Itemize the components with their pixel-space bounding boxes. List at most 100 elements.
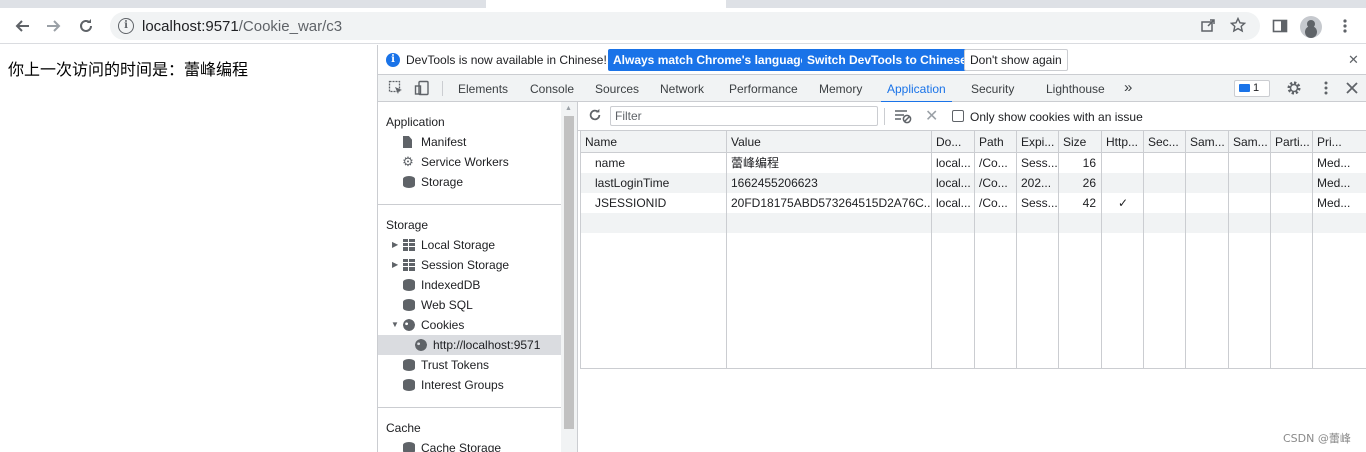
database-icon (403, 299, 415, 311)
sidebar-item-session-storage[interactable]: ▶ Session Storage (378, 255, 561, 275)
sidebar-item-cookies[interactable]: ▼ Cookies (378, 315, 561, 335)
kebab-menu-icon[interactable] (1331, 12, 1359, 40)
sidebar-item-service-workers[interactable]: ⚙ Service Workers (378, 152, 561, 172)
table-cell: 202... (1021, 176, 1052, 190)
tab-security[interactable]: Security (971, 75, 1014, 102)
devtools-menu-icon[interactable] (1318, 80, 1334, 96)
devtools-panel: i DevTools is now available in Chinese! … (377, 45, 1366, 452)
tab-elements[interactable]: Elements (458, 75, 508, 102)
column-divider[interactable] (1228, 131, 1229, 368)
inspect-element-icon[interactable] (388, 80, 404, 96)
settings-gear-icon[interactable] (1286, 80, 1302, 96)
column-header[interactable]: Sam... (1229, 131, 1271, 153)
sidebar-item-cache-storage[interactable]: Cache Storage (378, 438, 561, 452)
sidebar-item-storage[interactable]: Storage (378, 172, 561, 192)
reload-icon[interactable] (72, 12, 100, 40)
tab-sources[interactable]: Sources (595, 75, 639, 102)
dont-show-again-button[interactable]: Don't show again (964, 49, 1068, 71)
close-devtools-icon[interactable] (1344, 80, 1360, 96)
share-icon[interactable] (1200, 17, 1216, 38)
expand-arrow-icon[interactable]: ▶ (392, 255, 398, 275)
table-cell: 20FD18175ABD573264515D2A76C... (731, 196, 932, 210)
sidebar-item-indexeddb[interactable]: IndexedDB (378, 275, 561, 295)
scroll-up-arrow-icon[interactable]: ▲ (565, 105, 572, 112)
sidebar-divider (378, 407, 561, 408)
column-divider[interactable] (1016, 131, 1017, 368)
sidebar-item-cookie-origin[interactable]: http://localhost:9571 (378, 335, 561, 355)
column-divider[interactable] (1143, 131, 1144, 368)
sidebar-item-trust-tokens[interactable]: Trust Tokens (378, 355, 561, 375)
cookie-filter-input[interactable] (610, 106, 878, 126)
column-divider[interactable] (1312, 131, 1313, 368)
tab-console[interactable]: Console (530, 75, 574, 102)
table-cell (1186, 153, 1229, 173)
close-icon[interactable]: ✕ (1348, 52, 1359, 68)
forward-arrow-icon[interactable] (40, 12, 68, 40)
table-cell: 1662455206623 (731, 176, 818, 190)
sidebar-item-local-storage[interactable]: ▶ Local Storage (378, 235, 561, 255)
more-tabs-button[interactable]: » (1124, 75, 1132, 102)
document-icon (403, 136, 412, 148)
column-divider[interactable] (1270, 131, 1271, 368)
table-cell (1144, 153, 1186, 173)
match-language-button[interactable]: Always match Chrome's language (608, 49, 813, 71)
tab-strip (0, 0, 1366, 8)
column-divider[interactable] (1058, 131, 1059, 368)
column-header[interactable]: Size (1059, 131, 1102, 153)
tab-memory[interactable]: Memory (819, 75, 862, 102)
column-header[interactable]: Parti... (1271, 131, 1313, 153)
sidebar-scrollbar-thumb[interactable] (564, 116, 574, 429)
column-divider[interactable] (974, 131, 975, 368)
issues-badge[interactable]: 1 (1234, 80, 1270, 97)
bookmark-star-icon[interactable] (1229, 16, 1247, 38)
table-cell: 42 (1082, 196, 1096, 210)
expand-arrow-icon[interactable]: ▶ (392, 235, 398, 255)
tab-network[interactable]: Network (660, 75, 704, 102)
refresh-icon[interactable] (588, 108, 602, 126)
column-header[interactable]: Path (975, 131, 1017, 153)
delete-selected-icon[interactable]: ✕ (925, 106, 938, 126)
column-header[interactable]: Value (727, 131, 932, 153)
column-header[interactable]: Name (581, 131, 727, 153)
column-divider[interactable] (726, 131, 727, 368)
storage-section-header: Storage (386, 218, 429, 232)
tabbar-divider (442, 81, 443, 96)
cookies-toolbar: ✕ Only show cookies with an issue (578, 102, 1366, 131)
collapse-arrow-icon[interactable]: ▼ (391, 315, 399, 335)
profile-avatar-icon[interactable] (1300, 16, 1322, 38)
site-info-icon[interactable]: i (118, 18, 134, 34)
sidebar-item-web-sql[interactable]: Web SQL (378, 295, 561, 315)
active-browser-tab[interactable] (486, 0, 726, 8)
only-issues-checkbox[interactable] (952, 110, 964, 122)
tab-application[interactable]: Application (881, 75, 952, 103)
tab-performance[interactable]: Performance (729, 75, 798, 102)
sidebar-item-manifest[interactable]: Manifest (378, 132, 561, 152)
sidebar-item-label: Interest Groups (421, 378, 504, 392)
table-cell: local... (936, 156, 971, 170)
column-header[interactable]: Sam... (1186, 131, 1229, 153)
cookies-pane: ✕ Only show cookies with an issue NameVa… (578, 102, 1366, 452)
sidebar-item-interest-groups[interactable]: Interest Groups (378, 375, 561, 395)
side-panel-icon[interactable] (1266, 12, 1294, 40)
column-header[interactable]: Http... (1102, 131, 1144, 153)
toolbar-divider (884, 108, 885, 125)
table-cell: Sess... (1021, 196, 1058, 210)
column-divider[interactable] (931, 131, 932, 368)
table-cell (1144, 173, 1186, 193)
url-text[interactable]: localhost:9571/Cookie_war/c3 (142, 18, 342, 35)
device-toolbar-icon[interactable] (414, 80, 430, 96)
column-divider[interactable] (1185, 131, 1186, 368)
column-header[interactable]: Sec... (1144, 131, 1186, 153)
switch-chinese-button[interactable]: Switch DevTools to Chinese (802, 49, 972, 71)
column-header[interactable]: Pri... (1313, 131, 1366, 153)
tab-lighthouse[interactable]: Lighthouse (1046, 75, 1105, 102)
column-divider[interactable] (1101, 131, 1102, 368)
column-header[interactable]: Expi... (1017, 131, 1059, 153)
clear-all-cookies-icon[interactable] (894, 108, 912, 124)
back-arrow-icon[interactable] (8, 12, 36, 40)
table-cell: 26 (1082, 176, 1096, 190)
column-header[interactable]: Do... (932, 131, 975, 153)
address-bar[interactable]: i localhost:9571/Cookie_war/c3 (110, 12, 1260, 40)
cookie-icon (403, 319, 415, 331)
database-icon (403, 442, 415, 452)
